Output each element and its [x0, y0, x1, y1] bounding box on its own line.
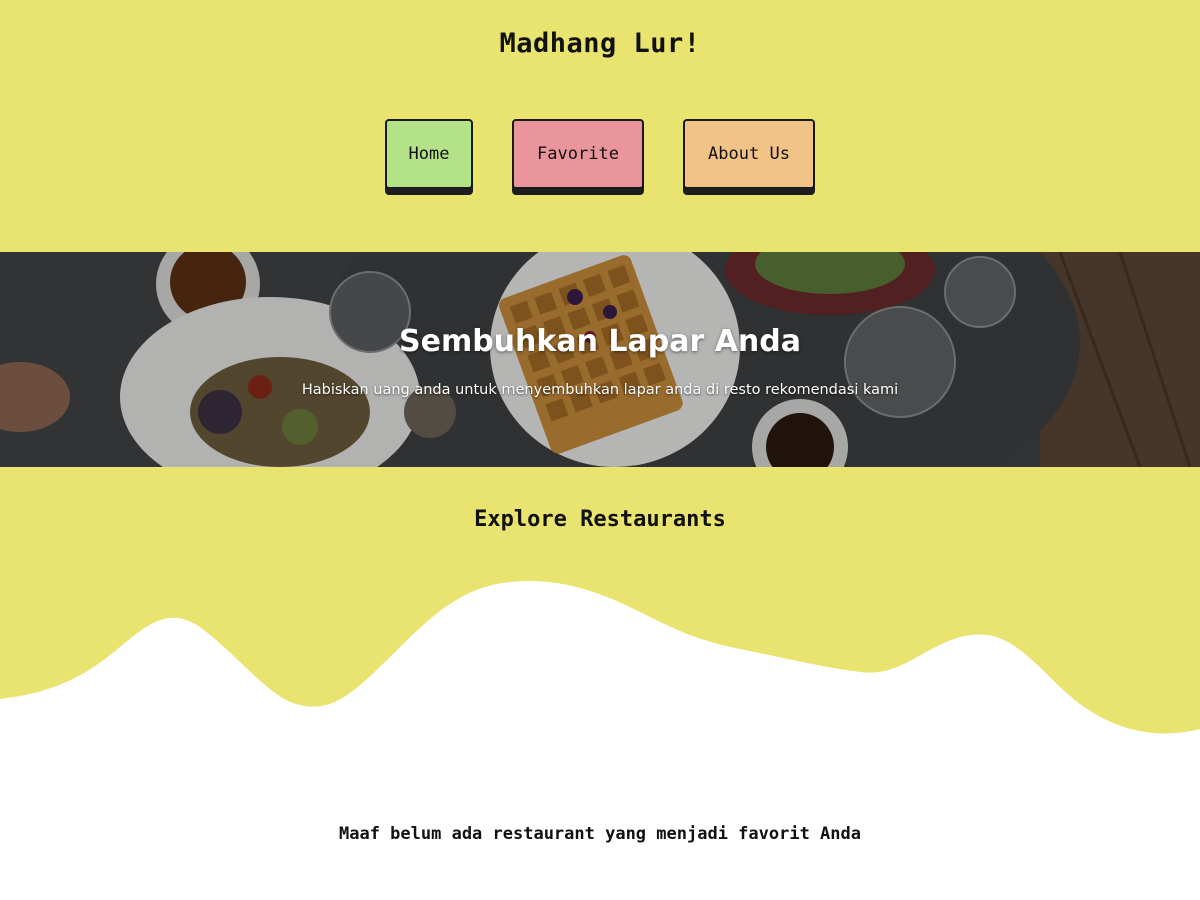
- site-header: Madhang Lur! Home Favorite About Us: [0, 0, 1200, 252]
- nav-home-button[interactable]: Home: [385, 119, 473, 189]
- nav-favorite-button[interactable]: Favorite: [512, 119, 644, 189]
- hero-overlay: [0, 252, 1200, 467]
- empty-favorites-message: Maaf belum ada restaurant yang menjadi f…: [339, 824, 861, 844]
- section-title: Explore Restaurants: [474, 507, 726, 532]
- site-title: Madhang Lur!: [499, 28, 701, 59]
- explore-section: Explore Restaurants: [0, 467, 1200, 747]
- main-nav: Home Favorite About Us: [0, 119, 1200, 197]
- nav-about-button[interactable]: About Us: [683, 119, 815, 189]
- hero-banner: Sembuhkan Lapar Anda Habiskan uang anda …: [0, 252, 1200, 467]
- hero-title: Sembuhkan Lapar Anda: [398, 324, 801, 359]
- hero-subtitle: Habiskan uang anda untuk menyembuhkan la…: [301, 382, 899, 398]
